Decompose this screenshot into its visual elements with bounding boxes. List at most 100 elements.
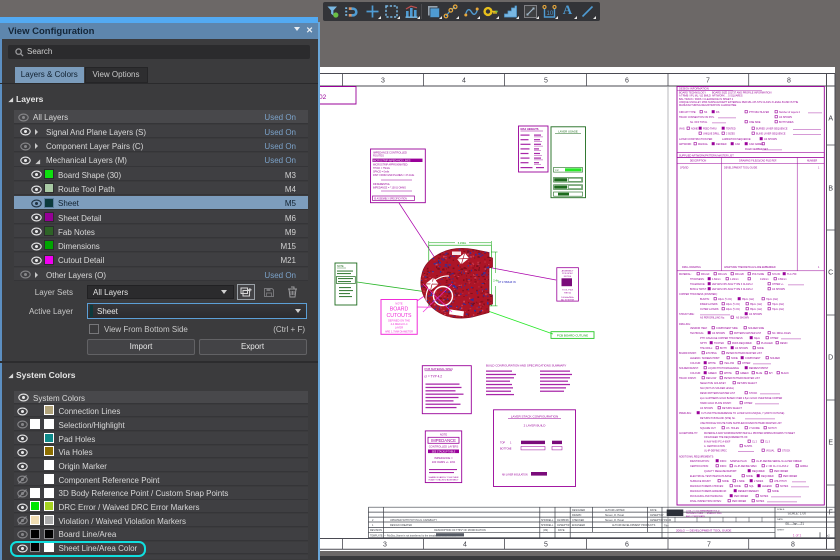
svg-text:1 of 1: 1 of 1 [793,534,802,538]
svg-text:ARTWORK:: ARTWORK: [679,143,692,146]
svg-text:1.60mm: 1.60mm [712,278,721,281]
svg-text:STOCK: STOCK [782,449,791,452]
svg-text:LAYER STACK CONFIGURATION: LAYER STACK CONFIGURATION [511,415,558,419]
svg-text:SOLDER: SOLDER [770,357,780,360]
svg-text:RESIN PATTERN MASTER LIST: RESIN PATTERN MASTER LIST [700,392,736,395]
svg-text:SQL: SQL [749,485,754,488]
svg-text:04/SEPT/07: 04/SEPT/07 [650,514,664,517]
svg-text:COLOUR:: COLOUR: [690,372,701,375]
svg-text:NONE: NONE [731,357,738,360]
svg-text:Title: Title [664,525,669,528]
svg-text:SCALE: 1.00: SCALE: 1.00 [788,512,807,516]
svg-text:70μm (2oz): 70μm (2oz) [766,298,778,301]
svg-text:OTHER: OTHER [770,337,779,340]
svg-text:FR4-GF: FR4-GF [701,273,710,276]
svg-text:STOCK: STOCK [749,392,758,395]
svg-text:AS SHOWN: AS SHOWN [779,116,792,119]
svg-text:TECHNOLOGIES — ENERGY 2000: TECHNOLOGIES — ENERGY 2000 [686,513,722,515]
svg-text:APERTURE THEORETICALS ARE EMBE: APERTURE THEORETICALS ARE EMBEDDED [724,266,776,269]
svg-text:5: 5 [544,78,548,85]
svg-text:2 SIDES: 2 SIDES [754,480,764,483]
svg-text:RETURN SELECT: RETURN SELECT [722,407,742,410]
svg-text:UL-IP-DEFINE SPEC: UL-IP-DEFINE SPEC [734,465,757,468]
svg-text:NC. DRILL FILES: NC. DRILL FILES [772,332,791,335]
svg-text:BLUE: BLUE [756,372,763,375]
svg-text:0.80mm: 0.80mm [778,278,787,281]
svg-text:IAW ANSI IPC-6012 TYPE 3 CLASS: IAW ANSI IPC-6012 TYPE 3 CLASS 2 [712,283,753,286]
svg-text:PER ORDER: PER ORDER [783,475,797,478]
svg-text:PETER PATTERN MASTER LIST: PETER PATTERN MASTER LIST [724,377,760,380]
svg-text:B: B [828,186,833,193]
svg-text:DRILL DRAWING: DRILL DRAWING [682,266,701,269]
svg-text:18μm (½ Oz): 18μm (½ Oz) [726,307,740,311]
svg-text:PLUGGED: PLUGGED [761,342,773,345]
svg-text:NUMBER: NUMBER [807,160,818,163]
svg-text:SAMPLE PLAN: SAMPLE PLAN [730,460,747,463]
svg-text:2 SIZES: 2 SIZES [726,132,735,135]
svg-text:COMPONENT: COMPONENT [745,357,761,360]
svg-text:LEGEND: LEGEND [762,485,772,488]
svg-text:100 OHMS +/- 10%: 100 OHMS +/- 10% [432,460,456,464]
svg-text:AS SHOWN: AS SHOWN [736,316,749,319]
svg-text:IMPEDANCE: IMPEDANCE [431,438,456,443]
svg-text:STRUCTURE:: STRUCTURE: [679,313,695,316]
svg-text:Steven, R. Haval: Steven, R. Haval [605,514,624,517]
svg-text:E: E [828,440,833,447]
svg-text:SHEET: SHEET [777,530,785,532]
svg-text:SOLDER SIDE: SOLDER SIDE [748,327,764,330]
svg-text:RETURN PCB BLANK (SHE) No.: RETURN PCB BLANK (SHE) No. [700,417,736,420]
svg-text:OTHER: OTHER [744,402,753,405]
svg-text:NONE: NONE [772,490,779,493]
svg-text:SS: SS [704,111,708,114]
svg-text:REQUIRED: REQUIRED [761,475,774,478]
svg-text:AS SHOWN: AS SHOWN [764,138,777,141]
svg-text:HARD GOLD PLATE FINISH:: HARD GOLD PLATE FINISH: [700,402,732,405]
svg-text:PCB BOARD CUTLINE: PCB BOARD CUTLINE [557,334,588,338]
svg-text:AND CORPORATE: AND CORPORATE [686,515,705,518]
svg-text:ASSEMBLY: ASSEMBLY [562,270,574,273]
svg-text:BURIED LAYER SEQUENCE: BURIED LAYER SEQUENCE [756,127,788,130]
svg-text:UL-IP-DEFINE SERIAL No.& PER O: UL-IP-DEFINE SERIAL No.& PER ORDER [756,460,802,463]
svg-text:IS ASSEMBLY SPECIFICATION: IS ASSEMBLY SPECIFICATION [374,197,407,200]
svg-text:4: 4 [462,78,466,85]
svg-text:CAD NAMES: CAD NAMES [749,143,764,146]
svg-text:MAX HEIGHTS: MAX HEIGHTS [521,127,539,131]
svg-text:10: 10 [547,11,554,17]
svg-text:LAYER: LAYER [395,326,403,330]
svg-text:PER ORDER: PER ORDER [774,470,788,473]
svg-text:DESIGN INFORMATION: DESIGN INFORMATION [679,87,709,91]
svg-text:LOGL 2 / 15in MEMBRANE HOLD: LOGL 2 / 15in MEMBRANE HOLD [686,510,720,513]
svg-text:LAMINATION SEQUENCE:: LAMINATION SEQUENCE: [722,138,752,141]
svg-text:AS PER DRILLING No.: AS PER DRILLING No. [700,316,725,319]
svg-text:TOP: TOP [555,170,560,172]
svg-text:0.20mm: 0.20mm [760,278,769,281]
svg-text:PATTERN MASTER LIST: PATTERN MASTER LIST [734,332,762,335]
svg-text:UPDATED WITH HOT PLUG CAPABILI: UPDATED WITH HOT PLUG CAPABILITY [390,519,438,522]
svg-text:C: C [828,270,833,277]
svg-text:VIAS:: VIAS: [679,127,685,130]
svg-text:TRACK CONNECTION ON POS.: TRACK CONNECTION ON POS. [679,116,715,119]
svg-text:2 LAYER BUILD: 2 LAYER BUILD [524,424,547,428]
svg-text:NOTE: NOTE [337,265,344,268]
svg-text:AS SHOWN: AS SHOWN [712,332,725,335]
svg-text:D: D [828,355,833,362]
svg-text:Number of Layers 2: Number of Layers 2 [779,111,801,114]
svg-text:ELECTRICAL TEST/ITEM DATA BASE: ELECTRICAL TEST/ITEM DATA BASE: [690,475,732,478]
svg-text:YELLOW: YELLOW [724,362,735,365]
svg-text:INDIC: INDIC [720,460,727,463]
svg-text:7: 7 [707,542,711,549]
svg-text:B/Y: B/Y [769,372,773,375]
svg-text:ADR4A: ADR4A [800,465,808,468]
svg-text:TENTED: TENTED [726,127,736,130]
svg-text:NPTH:: NPTH: [700,342,708,345]
svg-text:NOTES: NOTES [564,276,572,278]
svg-text:RESIN: RESIN [780,342,788,345]
svg-text:OUTER LAYERS:: OUTER LAYERS: [700,308,719,311]
svg-text:A: A [828,116,833,123]
svg-text:CUTOUTS: CUTOUTS [387,313,413,319]
svg-text:NOTES: NOTES [760,495,769,498]
svg-text:BOTH SIDES: BOTH SIDES [779,121,794,124]
svg-text:BOTH: BOTH [720,347,727,350]
svg-text:DESIGNER: DESIGNER [572,509,585,512]
svg-text:A. CERTIFICATION: A. CERTIFICATION [704,445,725,448]
